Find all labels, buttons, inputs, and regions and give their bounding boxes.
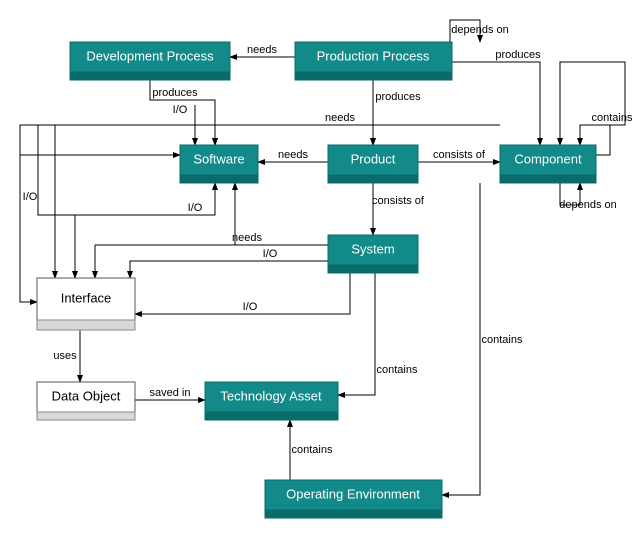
edge-label: I/O [173,104,188,116]
edge-label: needs [247,44,277,56]
edge-label: I/O [263,248,278,260]
node-technology-asset: Technology Asset [205,382,338,420]
node-component: Component [500,145,596,183]
edge-label: depends on [559,199,617,211]
edge-label: uses [53,350,77,362]
edge-label: saved in [150,387,191,399]
edge-label: I/O [243,301,258,313]
node-label: Software [193,151,244,166]
node-product: Product [328,145,418,183]
edge-label: contains [292,444,333,456]
node-label: Interface [61,290,112,305]
node-label: Data Object [52,388,121,403]
node-operating-environment: Operating Environment [265,480,442,518]
edge-label: produces [152,87,198,99]
edge-label: needs [278,149,308,161]
node-label: Product [351,151,396,166]
edge-label: contains [482,334,523,346]
node-data-object: Data Object [37,382,135,420]
node-software: Software [180,145,258,183]
node-label: Production Process [317,48,430,63]
edge-label: consists of [372,195,425,207]
edge-label: contains [592,112,633,124]
edge-label: needs [232,232,262,244]
node-label: Operating Environment [286,486,420,501]
node-interface: Interface [37,278,135,330]
node-system: System [328,235,418,273]
edge-label: depends on [451,24,509,36]
diagram-canvas: depends on needs produces produces produ… [0,0,638,536]
node-label: Component [514,151,582,166]
node-label: Development Process [86,48,214,63]
edge-label: needs [325,112,355,124]
node-development-process: Development Process [70,42,230,80]
edge-label: produces [375,91,421,103]
edge-label: consists of [433,149,486,161]
node-label: System [351,241,394,256]
edge-label: contains [377,364,418,376]
edge-label: produces [495,49,541,61]
edge-label: I/O [188,202,203,214]
node-production-process: Production Process [295,42,452,80]
node-label: Technology Asset [220,388,322,403]
edge-label: I/O [23,191,38,203]
